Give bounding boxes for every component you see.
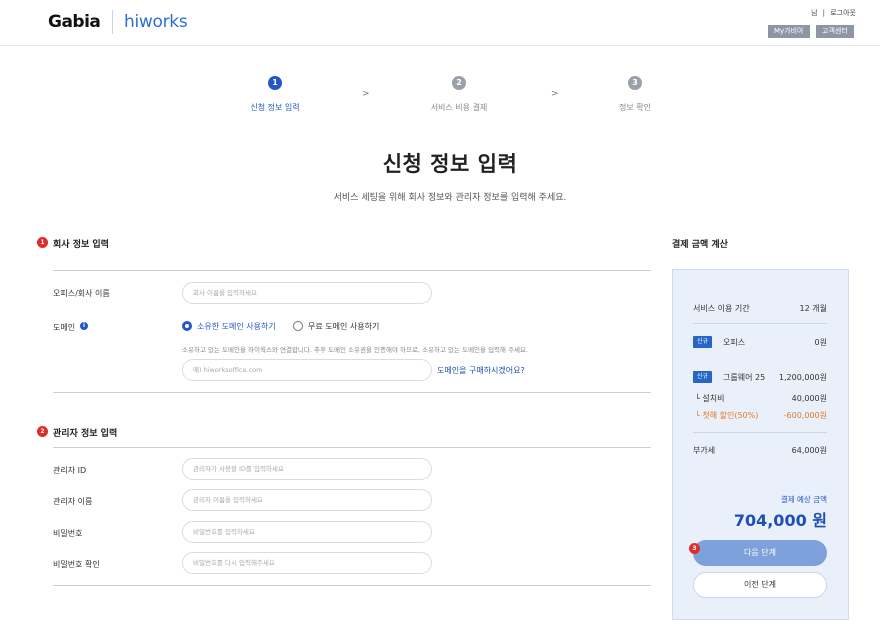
company-section-title: 회사 정보 입력 xyxy=(53,240,109,250)
section-divider xyxy=(53,585,651,586)
support-button[interactable]: 고객센터 xyxy=(816,25,854,38)
section-2-badge: 2 xyxy=(37,426,48,437)
company-name-label: 오피스/회사 이름 xyxy=(53,289,110,298)
step-3-badge: 3 xyxy=(689,543,700,554)
vat-label: 부가세 xyxy=(693,446,716,455)
step-arrow-icon: > xyxy=(362,89,370,99)
section-divider xyxy=(53,392,651,393)
password-confirm-label: 비밀번호 확인 xyxy=(53,560,100,569)
user-bar: 님 | 로그아웃 xyxy=(808,8,856,18)
vat-value: 64,000원 xyxy=(791,446,827,455)
step-3-number: 3 xyxy=(628,76,642,90)
password-confirm-input[interactable]: 비밀번호를 다시 입력해주세요 xyxy=(182,552,432,574)
admin-id-label: 관리자 ID xyxy=(53,466,87,475)
office-value: 0원 xyxy=(814,338,827,347)
domain-input[interactable]: 예) hiworksoffice.com xyxy=(182,359,432,381)
free-domain-radio[interactable] xyxy=(293,321,303,331)
step-2-label: 서비스 비용 결제 xyxy=(430,103,488,112)
page-subtitle: 서비스 세팅을 위해 회사 정보와 관리자 정보를 입력해 주세요. xyxy=(333,193,567,203)
admin-section-title: 관리자 정보 입력 xyxy=(53,429,118,439)
period-label: 서비스 이용 기간 xyxy=(693,304,750,313)
total-amount: 704,000 원 xyxy=(733,511,827,530)
step-1-number: 1 xyxy=(268,76,282,90)
summary-divider xyxy=(693,323,827,324)
admin-name-input[interactable]: 관리자 이름을 입력하세요 xyxy=(182,489,432,511)
password-input[interactable]: 비밀번호를 입력하세요 xyxy=(182,521,432,543)
prev-step-button[interactable]: 이전 단계 xyxy=(693,572,827,598)
buy-domain-link[interactable]: 도메인을 구매하시겠어요? xyxy=(437,365,525,376)
setup-label: └ 설치비 xyxy=(695,394,725,403)
setup-value: 40,000원 xyxy=(791,394,827,403)
user-name: 님 xyxy=(810,9,818,17)
company-name-input[interactable]: 회사 이름을 입력하세요 xyxy=(182,282,432,304)
header-divider xyxy=(0,45,880,46)
admin-name-label: 관리자 이름 xyxy=(53,497,93,506)
own-domain-radio[interactable] xyxy=(182,321,192,331)
product-logo[interactable]: hiworks xyxy=(124,12,188,32)
office-label: 오피스 xyxy=(723,338,746,347)
admin-id-input[interactable]: 관리자가 사용할 ID를 입력하세요 xyxy=(182,458,432,480)
free-domain-label[interactable]: 무료 도메인 사용하기 xyxy=(308,321,379,332)
user-divider: | xyxy=(822,9,825,17)
domain-label: 도메인 xyxy=(53,323,76,332)
step-3-label: 정보 확인 xyxy=(619,103,651,112)
next-step-button[interactable]: 다음 단계 xyxy=(693,540,827,566)
brand-divider xyxy=(112,10,113,34)
summary-title: 결제 금액 계산 xyxy=(672,240,728,250)
section-divider xyxy=(53,447,651,448)
groupware-value: 1,200,000원 xyxy=(778,373,827,382)
total-label: 결제 예상 금액 xyxy=(780,495,827,504)
step-1-label: 신청 정보 입력 xyxy=(250,103,300,112)
own-domain-label[interactable]: 소유한 도메인 사용하기 xyxy=(197,321,276,332)
section-divider xyxy=(53,270,651,271)
step-2-number: 2 xyxy=(452,76,466,90)
brand-logo[interactable]: Gabia xyxy=(48,12,101,32)
section-1-badge: 1 xyxy=(37,237,48,248)
info-icon[interactable]: i xyxy=(80,322,88,330)
my-gabia-button[interactable]: My가비아 xyxy=(768,25,810,38)
period-value: 12 개월 xyxy=(799,304,827,313)
step-arrow-icon: > xyxy=(551,89,559,99)
domain-help-text: 소유하고 있는 도메인을 하이웍스와 연결합니다. 추후 도메인 소유권을 인증… xyxy=(182,346,529,354)
password-label: 비밀번호 xyxy=(53,529,83,538)
page-title: 신청 정보 입력 xyxy=(382,152,518,176)
summary-divider xyxy=(693,432,827,433)
new-badge: 신규 xyxy=(693,371,713,383)
logout-link[interactable]: 로그아웃 xyxy=(830,9,856,17)
new-badge: 신규 xyxy=(693,336,713,348)
discount-value: -600,000원 xyxy=(783,411,827,420)
